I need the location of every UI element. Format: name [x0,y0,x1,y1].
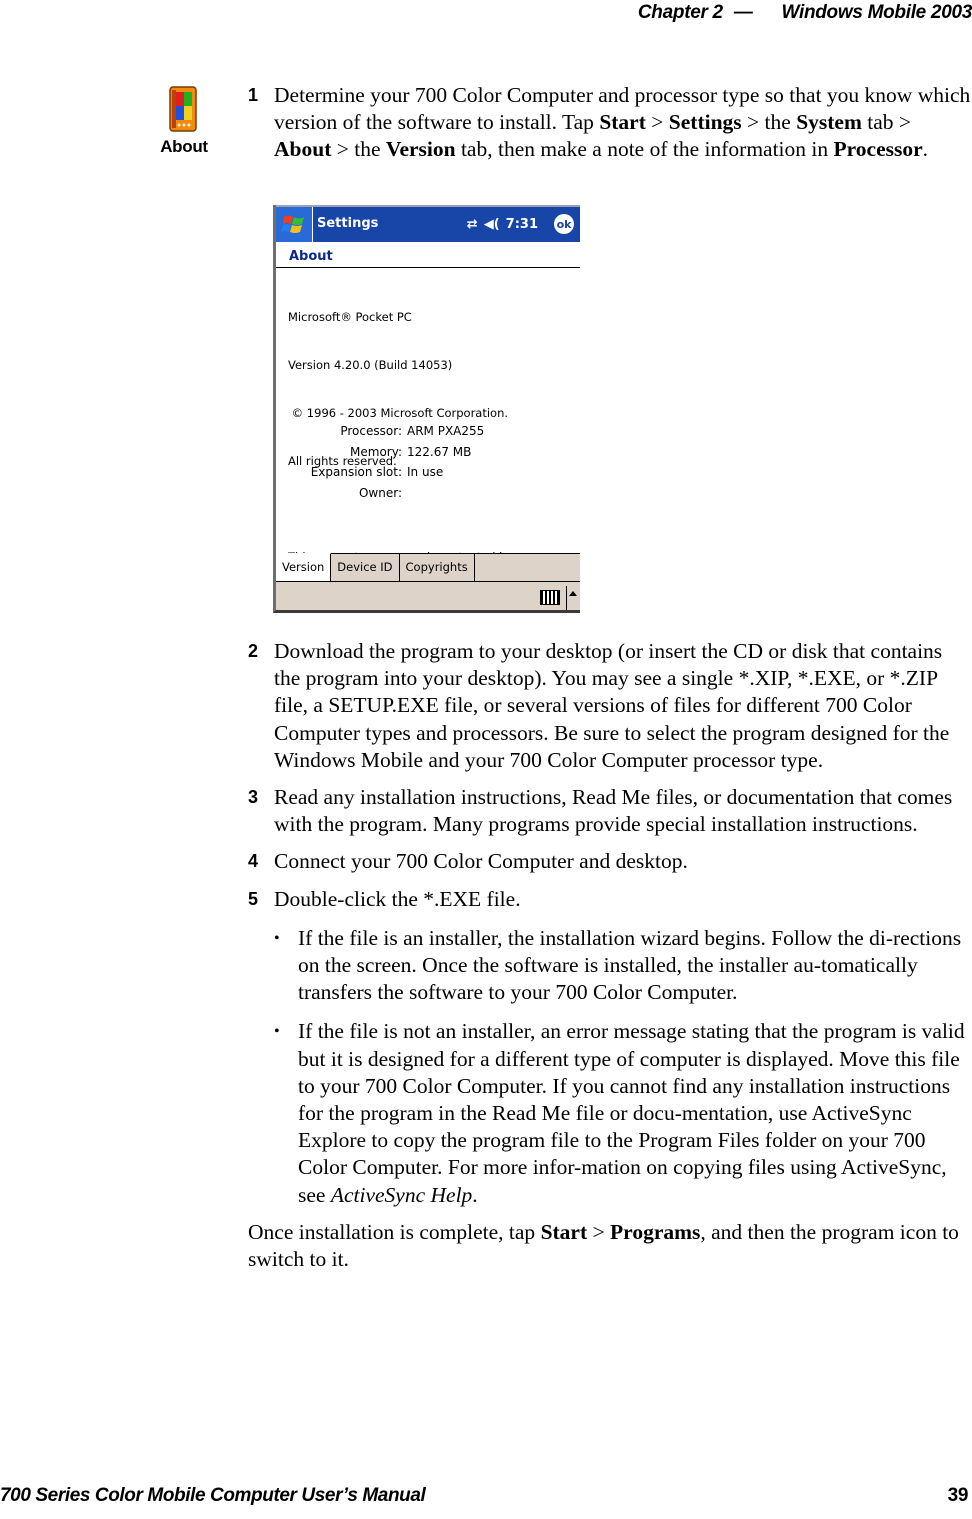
speaker-icon[interactable]: ◀( [484,217,500,232]
property-value: ARM PXA255 [407,424,485,438]
property-value: 122.67 MB [407,444,472,459]
device-app-title: Settings [317,216,379,231]
step-text: Double-click the *.EXE file. [274,886,521,911]
header-dash: — [733,2,753,23]
step-item: 2 Download the program to your desktop (… [248,638,972,774]
step-number: 1 [248,85,259,105]
step-number: 2 [248,641,259,661]
info-line [288,501,513,517]
step-number: 5 [248,888,259,909]
bullet-item: • If the file is not an installer, an er… [248,1018,972,1208]
start-button[interactable] [276,207,313,242]
device-clock[interactable]: 7:31 [506,217,538,232]
property-value: In use [407,465,444,479]
ui-term: Programs [610,1219,701,1244]
tab-version[interactable]: Version [276,553,332,582]
device-properties: Processor: ARM PXA255 Memory: 122.67 MB … [276,421,485,504]
device-menu-bar [276,581,580,610]
ui-term: Settings [668,110,742,135]
bullet-text: If the file is an installer, the install… [298,925,962,1005]
step-item: 4 Connect your 700 Color Computer and de… [248,848,972,875]
bullet-symbol: • [274,929,280,947]
property-label: Processor: [340,424,402,438]
windows-flag-icon [281,215,304,233]
info-line: © 1996 - 2003 Microsoft Corporation. [288,406,509,420]
chapter-title: Windows Mobile 2003 [781,2,972,23]
about-margin-icon: About [155,85,213,157]
bullet-text: If the file is not an installer, an erro… [298,1019,965,1207]
property-row: Processor: ARM PXA255 [276,421,484,442]
ui-term: Version [385,137,456,162]
step-number: 3 [248,787,259,808]
tab-device-id[interactable]: Device ID [331,554,400,582]
device-screenshot: Settings ⇄ ◀( 7:31 ok About Microsoft® P… [273,205,580,613]
device-tab-bar: Version Device ID Copyrights [276,553,580,582]
reference-title: ActiveSync Help [330,1182,473,1207]
step-item: 3 Read any installation instructions, Re… [248,784,972,838]
ui-term: Start [599,110,646,135]
keyboard-icon[interactable] [540,590,560,605]
ui-term: Start [540,1219,588,1244]
property-row: Expansion slot: In use [276,462,484,483]
step-text: Connect your 700 Color Computer and desk… [274,849,688,874]
manual-title: 700 Series Color Mobile Computer User’s … [0,1485,426,1506]
property-row: Memory: 122.67 MB [276,442,484,463]
steps-block: 2 Download the program to your desktop (… [248,638,972,1273]
step-text: Determine your 700 Color Computer and pr… [274,83,971,162]
ok-button[interactable]: ok [554,214,574,234]
input-panel-arrow-icon[interactable] [569,591,577,596]
ui-term: System [796,110,862,135]
property-label: Memory: [350,444,402,459]
section-divider [276,267,580,268]
step-number: 4 [248,851,259,872]
connectivity-icon[interactable]: ⇄ [467,217,478,232]
property-row: Owner: [276,483,484,504]
info-line: Version 4.20.0 (Build 14053) [288,358,453,372]
step-text: Read any installation instructions, Read… [274,785,953,837]
about-device-icon [169,86,197,132]
step-item: 5 Double-click the *.EXE file. [248,886,972,913]
property-label: Owner: [358,485,402,500]
page-footer: 700 Series Color Mobile Computer User’s … [0,1485,972,1515]
device-section-title: About [289,249,333,264]
info-line: Microsoft® Pocket PC [288,310,412,324]
ui-term: About [274,137,332,162]
device-title-bar: Settings ⇄ ◀( 7:31 ok [276,205,580,242]
step-1-block: 1 Determine your 700 Color Computer and … [248,82,972,164]
property-label: Expansion slot: [310,465,402,479]
step-item: 1 Determine your 700 Color Computer and … [248,82,972,164]
page-number: 39 [947,1485,969,1506]
tab-copyrights[interactable]: Copyrights [400,554,475,582]
bullet-item: • If the file is an installer, the insta… [248,925,972,1007]
step-text: Download the program to your desktop (or… [274,639,950,772]
page-header: Chapter 2 — Windows Mobile 2003 [638,2,972,24]
device-status-area: ⇄ ◀( 7:31 ok [467,214,574,234]
ui-term: Processor [833,137,923,162]
closing-paragraph: Once installation is complete, tap Start… [248,1219,959,1272]
chapter-label: Chapter 2 [637,2,723,23]
input-panel-divider [566,586,567,610]
about-icon-caption: About [160,137,208,156]
bullet-symbol: • [274,1023,280,1041]
